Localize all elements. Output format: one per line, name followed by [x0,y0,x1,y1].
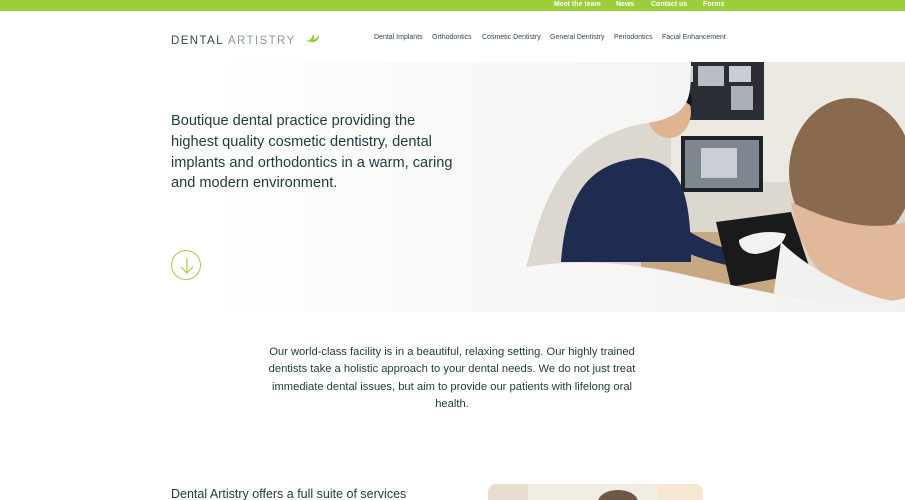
nav-item-dental-implants[interactable]: Dental Implants [374,33,423,42]
topbar-link-news[interactable]: News [616,0,634,9]
leaf-icon [305,34,319,42]
logo-word-dental: DENTAL [171,35,224,47]
top-utility-bar: Meet the team News Contact us Forms [0,0,905,11]
intro-paragraph: Our world-class facility is in a beautif… [268,346,636,410]
site-logo[interactable]: DENTAL ARTISTRY [171,31,319,47]
arrow-down-icon [180,258,194,274]
topbar-link-meet-the-team[interactable]: Meet the team [554,0,601,9]
nav-item-periodontics[interactable]: Periodontics [614,33,653,42]
nav-item-general-dentistry[interactable]: General Dentistry [550,33,604,42]
logo-word-artistry: ARTISTRY [227,35,296,47]
services-image [488,484,703,500]
nav-item-cosmetic-dentistry[interactable]: Cosmetic Dentistry [482,33,541,42]
nav-item-orthodontics[interactable]: Orthodontics [432,33,472,42]
topbar-link-forms[interactable]: Forms [703,0,724,9]
hero-title: Boutique dental practice providing the h… [171,113,453,192]
services-title: Dental Artistry offers a full suite of s… [171,487,407,500]
topbar-link-contact-us[interactable]: Contact us [651,0,687,9]
nav-item-facial-enhancement[interactable]: Facial Enhancement [662,33,726,42]
scroll-down-button[interactable] [171,250,201,280]
